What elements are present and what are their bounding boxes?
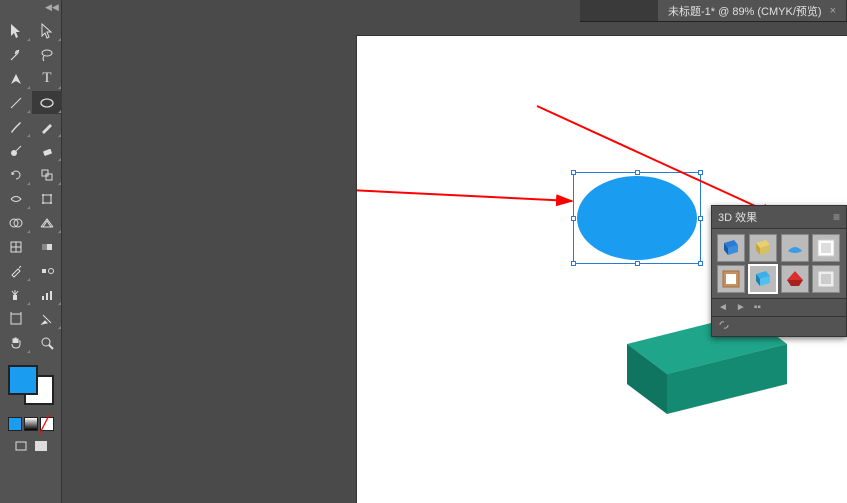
collapse-icon[interactable]: ◀◀: [45, 2, 59, 13]
blend-tool[interactable]: [32, 259, 62, 282]
perspective-grid-tool[interactable]: [32, 211, 62, 234]
preset-extrude-cyan[interactable]: [749, 265, 777, 293]
width-tool[interactable]: [1, 187, 31, 210]
preset-frame-wood[interactable]: [717, 265, 745, 293]
preset-frame-white[interactable]: [812, 234, 840, 262]
preset-extrude-yellow[interactable]: [749, 234, 777, 262]
scale-tool[interactable]: [32, 163, 62, 186]
screen-mode-icon[interactable]: [12, 437, 30, 455]
panel-3d-effects[interactable]: 3D 效果 ≡ ◄ ► ▪▪: [711, 205, 847, 337]
panel-options-icon[interactable]: ▪▪: [754, 302, 761, 313]
toolbox: ◀◀ T: [0, 0, 62, 503]
document-tab[interactable]: 未标题-1* @ 89% (CMYK/预览) ×: [658, 0, 847, 21]
direct-selection-tool[interactable]: [32, 19, 62, 42]
eraser-tool[interactable]: [32, 139, 62, 162]
graph-tool[interactable]: [32, 283, 62, 306]
preset-extrude-red[interactable]: [781, 265, 809, 293]
gradient-mode-icon[interactable]: [24, 417, 38, 431]
rotate-tool[interactable]: [1, 163, 31, 186]
hand-tool[interactable]: [1, 331, 31, 354]
mesh-tool[interactable]: [1, 235, 31, 258]
fill-stroke-swatch[interactable]: [8, 365, 54, 405]
magic-wand-tool[interactable]: [1, 43, 31, 66]
preset-revolve-blue[interactable]: [781, 234, 809, 262]
eyedropper-tool[interactable]: [1, 259, 31, 282]
free-transform-tool[interactable]: [32, 187, 62, 210]
none-mode-icon[interactable]: ╱: [40, 417, 54, 431]
shape-tool[interactable]: [32, 91, 62, 114]
change-screen-mode-icon[interactable]: [32, 437, 50, 455]
close-tab-icon[interactable]: ×: [830, 5, 836, 17]
pen-tool[interactable]: [1, 67, 31, 90]
symbol-sprayer-tool[interactable]: [1, 283, 31, 306]
zoom-tool[interactable]: [32, 331, 62, 354]
gradient-tool[interactable]: [32, 235, 62, 258]
panel-prev-icon[interactable]: ◄: [718, 302, 728, 313]
selection-tool[interactable]: [1, 19, 31, 42]
panel-next-icon[interactable]: ►: [736, 302, 746, 313]
document-title: 未标题-1* @ 89% (CMYK/预览): [668, 3, 822, 19]
paintbrush-tool[interactable]: [1, 115, 31, 138]
preset-frame-gray[interactable]: [812, 265, 840, 293]
panel-title: 3D 效果: [718, 209, 757, 225]
blob-brush-tool[interactable]: [1, 139, 31, 162]
artboard-tool[interactable]: [1, 307, 31, 330]
slice-tool[interactable]: [32, 307, 62, 330]
lasso-tool[interactable]: [32, 43, 62, 66]
line-tool[interactable]: [1, 91, 31, 114]
color-mode-icon[interactable]: [8, 417, 22, 431]
type-tool[interactable]: T: [32, 67, 62, 90]
panel-menu-icon[interactable]: ≡: [833, 210, 840, 224]
preset-extrude-blue[interactable]: [717, 234, 745, 262]
pencil-tool[interactable]: [32, 115, 62, 138]
panel-link-icon[interactable]: [718, 320, 730, 333]
shape-builder-tool[interactable]: [1, 211, 31, 234]
blue-ellipse-shape[interactable]: [577, 176, 697, 260]
fill-swatch[interactable]: [8, 365, 38, 395]
